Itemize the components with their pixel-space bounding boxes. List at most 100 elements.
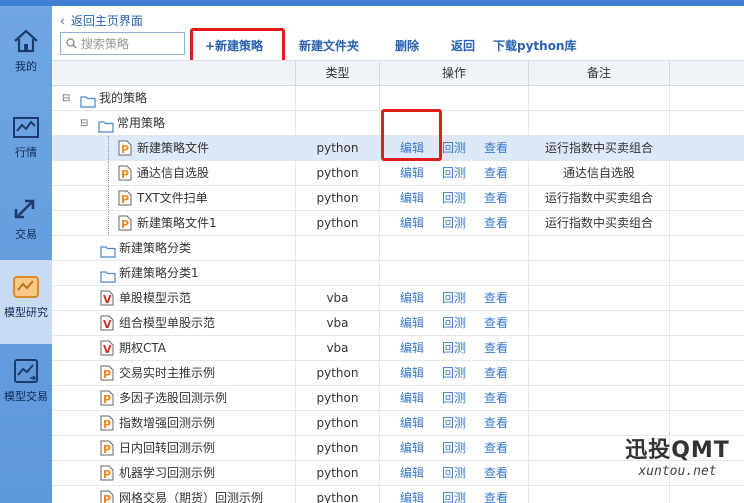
sidebar-item-model-research[interactable]: 模型研究: [0, 260, 52, 344]
backtest-link[interactable]: 回测: [442, 191, 466, 205]
view-link[interactable]: 查看: [484, 191, 508, 205]
edit-link[interactable]: 编辑: [400, 366, 424, 380]
tree-connector: [108, 136, 109, 160]
svg-text:P: P: [121, 168, 129, 181]
operation-cell: [379, 236, 528, 260]
backtest-link[interactable]: 回测: [442, 466, 466, 480]
name-cell[interactable]: P TXT文件扫单: [52, 186, 295, 210]
sidebar-item-market[interactable]: 行情: [0, 102, 52, 182]
type-cell: [295, 236, 379, 260]
name-cell[interactable]: P 交易实时主推示例: [52, 361, 295, 385]
backtest-link[interactable]: 回测: [442, 141, 466, 155]
view-link[interactable]: 查看: [484, 216, 508, 230]
new-folder-button[interactable]: 新建文件夹: [299, 37, 359, 54]
backtest-link[interactable]: 回测: [442, 441, 466, 455]
edit-link[interactable]: 编辑: [400, 191, 424, 205]
svg-text:P: P: [103, 368, 111, 381]
view-link[interactable]: 查看: [484, 291, 508, 305]
column-header-type[interactable]: 类型: [295, 61, 379, 86]
operation-cell: 编辑 回测 查看: [379, 461, 528, 485]
edit-link[interactable]: 编辑: [400, 341, 424, 355]
empty-cell: [669, 361, 744, 385]
edit-link[interactable]: 编辑: [400, 166, 424, 180]
operation-cell: 编辑 回测 查看: [379, 386, 528, 410]
view-link[interactable]: 查看: [484, 491, 508, 503]
sidebar-item-trade[interactable]: 交易: [0, 182, 52, 262]
table-row[interactable]: 新建策略分类1: [52, 261, 744, 286]
back-to-home-link[interactable]: ‹ 返回主页界面: [60, 12, 143, 29]
edit-link[interactable]: 编辑: [400, 316, 424, 330]
strategy-name: 期权CTA: [119, 341, 166, 355]
name-cell[interactable]: 新建策略分类1: [52, 261, 295, 285]
table-row[interactable]: V 单股模型示范 vba 编辑 回测 查看: [52, 286, 744, 311]
table-row[interactable]: V 组合模型单股示范 vba 编辑 回测 查看: [52, 311, 744, 336]
name-cell[interactable]: P 网格交易（期货）回测示例: [52, 486, 295, 503]
operation-cell: [379, 261, 528, 285]
edit-link[interactable]: 编辑: [400, 416, 424, 430]
table-row[interactable]: P 新建策略文件1 python 编辑 回测 查看 运行指数中买卖组合: [52, 211, 744, 236]
edit-link[interactable]: 编辑: [400, 391, 424, 405]
name-cell[interactable]: P 指数增强回测示例: [52, 411, 295, 435]
backtest-link[interactable]: 回测: [442, 166, 466, 180]
search-input[interactable]: [81, 35, 179, 52]
table-row[interactable]: ⊟ 我的策略: [52, 86, 744, 111]
table-row[interactable]: P 通达信自选股 python 编辑 回测 查看 通达信自选股: [52, 161, 744, 186]
backtest-link[interactable]: 回测: [442, 316, 466, 330]
table-row[interactable]: V 期权CTA vba 编辑 回测 查看: [52, 336, 744, 361]
backtest-link[interactable]: 回测: [442, 341, 466, 355]
download-python-lib-button[interactable]: 下载python库: [493, 37, 576, 54]
chart-line-icon: [13, 117, 39, 138]
edit-link[interactable]: 编辑: [400, 216, 424, 230]
name-cell[interactable]: P 新建策略文件: [52, 136, 295, 160]
view-link[interactable]: 查看: [484, 466, 508, 480]
view-link[interactable]: 查看: [484, 166, 508, 180]
name-cell[interactable]: 新建策略分类: [52, 236, 295, 260]
name-cell[interactable]: V 期权CTA: [52, 336, 295, 360]
note-cell: 运行指数中买卖组合: [528, 211, 669, 235]
column-header-operation[interactable]: 操作: [379, 61, 528, 86]
backtest-link[interactable]: 回测: [442, 366, 466, 380]
backtest-link[interactable]: 回测: [442, 291, 466, 305]
name-cell[interactable]: ⊟ 我的策略: [52, 86, 295, 110]
view-link[interactable]: 查看: [484, 441, 508, 455]
table-row[interactable]: P 网格交易（期货）回测示例 python 编辑 回测 查看: [52, 486, 744, 503]
edit-link[interactable]: 编辑: [400, 441, 424, 455]
delete-button[interactable]: 删除: [395, 37, 419, 54]
strategy-name: TXT文件扫单: [137, 191, 208, 205]
back-button[interactable]: 返回: [451, 37, 475, 54]
svg-text:P: P: [121, 143, 129, 156]
backtest-link[interactable]: 回测: [442, 216, 466, 230]
backtest-link[interactable]: 回测: [442, 491, 466, 503]
type-cell: [295, 111, 379, 135]
name-cell[interactable]: P 日内回转回测示例: [52, 436, 295, 460]
table-row[interactable]: P 交易实时主推示例 python 编辑 回测 查看: [52, 361, 744, 386]
table-row[interactable]: P 多因子选股回测示例 python 编辑 回测 查看: [52, 386, 744, 411]
table-row[interactable]: P 指数增强回测示例 python 编辑 回测 查看: [52, 411, 744, 436]
table-row[interactable]: P TXT文件扫单 python 编辑 回测 查看 运行指数中买卖组合: [52, 186, 744, 211]
column-header-note[interactable]: 备注: [528, 61, 669, 86]
view-link[interactable]: 查看: [484, 416, 508, 430]
view-link[interactable]: 查看: [484, 366, 508, 380]
view-link[interactable]: 查看: [484, 316, 508, 330]
name-cell[interactable]: P 新建策略文件1: [52, 211, 295, 235]
backtest-link[interactable]: 回测: [442, 416, 466, 430]
edit-link[interactable]: 编辑: [400, 466, 424, 480]
view-link[interactable]: 查看: [484, 391, 508, 405]
name-cell[interactable]: P 通达信自选股: [52, 161, 295, 185]
name-cell[interactable]: P 多因子选股回测示例: [52, 386, 295, 410]
edit-link[interactable]: 编辑: [400, 491, 424, 503]
edit-link[interactable]: 编辑: [400, 291, 424, 305]
search-box[interactable]: [60, 32, 185, 55]
sidebar-item-mine[interactable]: 我的: [0, 14, 52, 94]
name-cell[interactable]: ⊟ 常用策略: [52, 111, 295, 135]
name-cell[interactable]: P 机器学习回测示例: [52, 461, 295, 485]
name-cell[interactable]: V 组合模型单股示范: [52, 311, 295, 335]
view-link[interactable]: 查看: [484, 341, 508, 355]
collapse-toggle-icon[interactable]: ⊟: [62, 94, 70, 104]
backtest-link[interactable]: 回测: [442, 391, 466, 405]
collapse-toggle-icon[interactable]: ⊟: [80, 119, 88, 129]
name-cell[interactable]: V 单股模型示范: [52, 286, 295, 310]
table-row[interactable]: 新建策略分类: [52, 236, 744, 261]
sidebar-item-model-trade[interactable]: 模型交易: [0, 344, 52, 424]
view-link[interactable]: 查看: [484, 141, 508, 155]
